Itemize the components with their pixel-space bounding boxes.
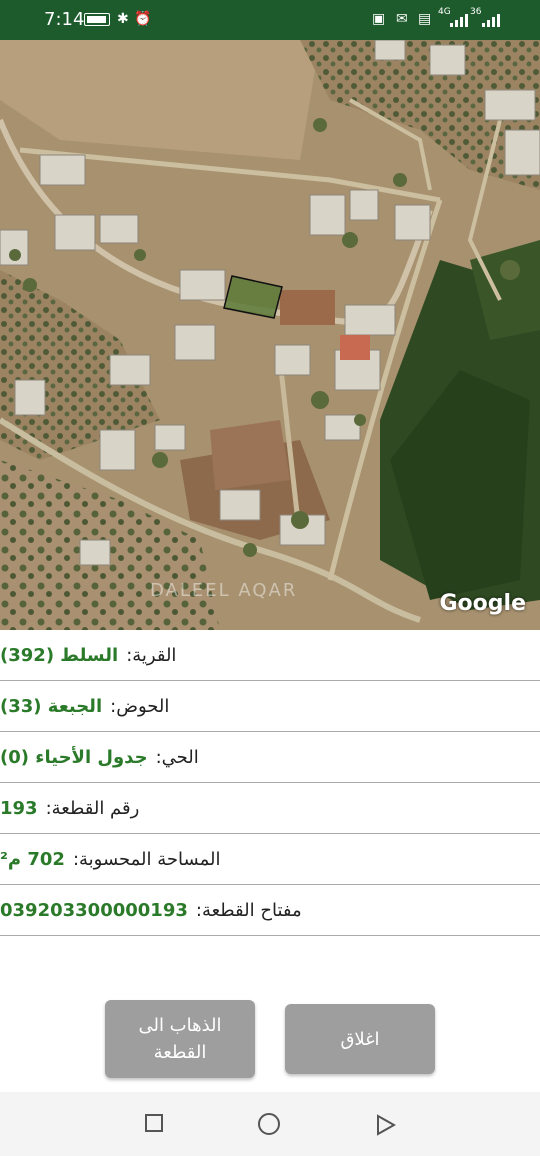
- signal-icon-2: [482, 14, 500, 27]
- neighborhood-label: الحي:: [155, 746, 199, 768]
- area-value: 702 م²: [0, 848, 65, 870]
- neighborhood-value: جدول الأحياء (0): [0, 746, 148, 768]
- info-row-parcel-key: مفتاح القطعة: 039203300000193: [0, 885, 540, 936]
- go-to-parcel-button[interactable]: الذهاب الى القطعة: [105, 1000, 255, 1078]
- info-row-neighborhood: الحي: جدول الأحياء (0): [0, 732, 540, 783]
- info-row-parcel-number: رقم القطعة: 193: [0, 783, 540, 834]
- status-time: 7:14: [44, 9, 85, 30]
- map-imagery: [0, 40, 540, 630]
- parcel-number-value: 193: [0, 797, 38, 819]
- parcel-info-panel: القرية: السلط (392) الحوض: الجبعة (33) ا…: [0, 630, 540, 936]
- status-bar: 7:14 ✱ ⏰ ▣ ✉ ▤ 4G 36: [0, 0, 540, 40]
- triangle-back-icon[interactable]: [376, 1114, 396, 1136]
- battery-icon: [84, 13, 110, 26]
- google-logo: Google: [439, 591, 527, 616]
- bluetooth-icon: ✱: [117, 10, 129, 26]
- village-label: القرية:: [126, 644, 177, 666]
- basin-value: الجبعة (33): [0, 695, 103, 717]
- parcel-number-label: رقم القطعة:: [45, 797, 140, 819]
- alarm-icon: ⏰: [134, 10, 152, 26]
- square-recents-icon[interactable]: [145, 1114, 163, 1132]
- parcel-key-value: 039203300000193: [0, 899, 188, 921]
- network-type-label-2: 36: [470, 7, 482, 17]
- info-row-basin: الحوض: الجبعة (33): [0, 681, 540, 732]
- area-label: المساحة المحسوبة:: [72, 848, 221, 870]
- system-navigation-bar: [0, 1092, 540, 1156]
- network-type-label: 4G: [438, 7, 451, 17]
- satellite-map[interactable]: DALEEL AQAR Google: [0, 40, 540, 630]
- info-row-village: القرية: السلط (392): [0, 630, 540, 681]
- operator-icon: ▤: [418, 10, 432, 26]
- parcel-key-label: مفتاح القطعة:: [195, 899, 302, 921]
- app-notification-icon: ▣: [372, 10, 386, 26]
- message-icon: ✉: [396, 10, 408, 26]
- signal-icon: [450, 14, 468, 27]
- map-watermark: DALEEL AQAR: [150, 580, 298, 601]
- village-value: السلط (392): [0, 644, 119, 666]
- info-row-area: المساحة المحسوبة: 702 م²: [0, 834, 540, 885]
- basin-label: الحوض:: [110, 695, 170, 717]
- circle-home-icon[interactable]: [258, 1113, 280, 1135]
- close-button[interactable]: اغلاق: [285, 1004, 435, 1074]
